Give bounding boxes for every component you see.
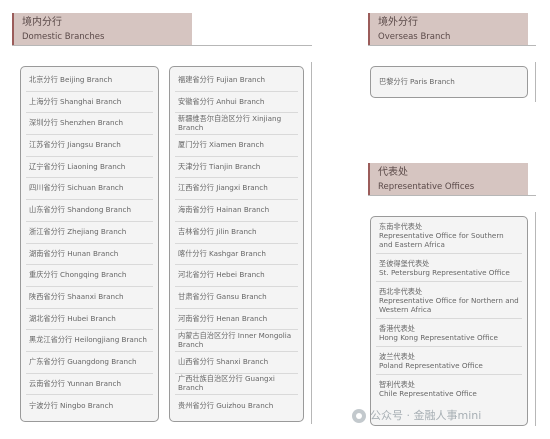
overseas-rule-right bbox=[535, 62, 536, 102]
domestic-panel-right: 福建省分行 Fujian Branch 安徽省分行 Anhui Branch 新… bbox=[169, 66, 304, 422]
rep-office-en: Representative Office for Southern and E… bbox=[379, 231, 504, 249]
domestic-panel-left: 北京分行 Beijing Branch 上海分行 Shanghai Branch… bbox=[20, 66, 159, 422]
domestic-rule-right bbox=[311, 62, 312, 424]
branch-item: 安徽省分行 Anhui Branch bbox=[175, 92, 298, 114]
overseas-header: 境外分行 Overseas Branch bbox=[368, 13, 528, 45]
branch-item: 重庆分行 Chongqing Branch bbox=[26, 265, 153, 287]
overseas-list: 巴黎分行 Paris Branch bbox=[376, 67, 522, 97]
branch-item: 贵州省分行 Guizhou Branch bbox=[178, 400, 274, 410]
rep-office-en: Representative Office for Northern and W… bbox=[379, 296, 519, 314]
branch-item: 巴黎分行 Paris Branch bbox=[379, 76, 455, 86]
branch-item: 海南省分行 Hainan Branch bbox=[175, 200, 298, 222]
branch-item: 广西壮族自治区分行 Guangxi Branch bbox=[175, 374, 298, 396]
branch-item: 深圳分行 Shenzhen Branch bbox=[26, 113, 153, 136]
domestic-header: 境内分行 Domestic Branches bbox=[12, 13, 192, 45]
branch-item: 山东省分行 Shandong Branch bbox=[26, 200, 153, 222]
rep-office-item: 波兰代表处 Poland Representative Office bbox=[376, 347, 522, 375]
rep-office-zh: 圣彼得堡代表处 bbox=[379, 259, 430, 268]
rep-office-item: 香港代表处 Hong Kong Representative Office bbox=[376, 319, 522, 347]
rep-office-zh: 东南非代表处 bbox=[379, 222, 423, 231]
branch-item: 辽宁省分行 Liaoning Branch bbox=[26, 157, 153, 179]
rep-title-zh: 代表处 bbox=[378, 167, 408, 178]
rep-office-item: 东南非代表处 Representative Office for Souther… bbox=[376, 217, 522, 254]
branch-item: 广东省分行 Guangdong Branch bbox=[26, 352, 153, 374]
branch-item: 天津分行 Tianjin Branch bbox=[175, 157, 298, 179]
rep-rule bbox=[368, 195, 536, 196]
rep-rule-right bbox=[535, 212, 536, 426]
branch-item: 宁波分行 Ningbo Branch bbox=[29, 400, 114, 410]
branch-item: 上海分行 Shanghai Branch bbox=[26, 92, 153, 114]
branch-item: 吉林省分行 Jilin Branch bbox=[175, 222, 298, 244]
branch-item: 云南省分行 Yunnan Branch bbox=[26, 374, 153, 396]
branch-item: 江西省分行 Jiangxi Branch bbox=[175, 178, 298, 201]
wechat-account-icon bbox=[352, 409, 366, 423]
rep-office-zh: 香港代表处 bbox=[379, 324, 415, 333]
branch-item: 四川省分行 Sichuan Branch bbox=[26, 178, 153, 201]
rep-office-en: Hong Kong Representative Office bbox=[379, 333, 498, 342]
domestic-list-right: 福建省分行 Fujian Branch 安徽省分行 Anhui Branch 新… bbox=[175, 70, 298, 417]
rep-office-zh: 波兰代表处 bbox=[379, 352, 415, 361]
branch-item: 新疆维吾尔自治区分行 Xinjiang Branch bbox=[175, 113, 298, 136]
branch-item: 厦门分行 Xiamen Branch bbox=[175, 135, 298, 157]
branch-item: 湖北省分行 Hubei Branch bbox=[26, 309, 153, 331]
watermark-text: 公众号 · 金融人事mini bbox=[370, 409, 482, 422]
rep-header: 代表处 Representative Offices bbox=[368, 163, 528, 195]
rep-title-en: Representative Offices bbox=[378, 182, 475, 192]
rep-office-en: St. Petersburg Representative Office bbox=[379, 268, 510, 277]
branch-item: 山西省分行 Shanxi Branch bbox=[175, 352, 298, 374]
overseas-title-zh: 境外分行 bbox=[378, 17, 418, 28]
branch-item: 河南省分行 Henan Branch bbox=[175, 309, 298, 331]
rep-office-zh: 智利代表处 bbox=[379, 380, 415, 389]
rep-office-item: 西北非代表处 Representative Office for Norther… bbox=[376, 282, 522, 319]
branch-item: 陕西省分行 Shaanxi Branch bbox=[26, 287, 153, 309]
domestic-list-left: 北京分行 Beijing Branch 上海分行 Shanghai Branch… bbox=[26, 70, 153, 417]
branch-item: 浙江省分行 Zhejiang Branch bbox=[26, 222, 153, 244]
branch-item: 河北省分行 Hebei Branch bbox=[175, 265, 298, 287]
overseas-title-en: Overseas Branch bbox=[378, 32, 451, 42]
domestic-title-zh: 境内分行 bbox=[22, 17, 62, 28]
branch-item: 黑龙江省分行 Heilongjiang Branch bbox=[26, 330, 153, 352]
rep-list: 东南非代表处 Representative Office for Souther… bbox=[376, 217, 522, 402]
domestic-rule bbox=[12, 45, 312, 46]
domestic-title-en: Domestic Branches bbox=[22, 32, 105, 42]
rep-panel: 东南非代表处 Representative Office for Souther… bbox=[370, 216, 528, 426]
branch-item: 福建省分行 Fujian Branch bbox=[175, 70, 298, 92]
rep-office-en: Chile Representative Office bbox=[379, 389, 477, 398]
branch-item: 江苏省分行 Jiangsu Branch bbox=[26, 135, 153, 157]
rep-office-item: 圣彼得堡代表处 St. Petersburg Representative Of… bbox=[376, 254, 522, 282]
branch-item: 喀什分行 Kashgar Branch bbox=[175, 244, 298, 266]
rep-office-item: 智利代表处 Chile Representative Office bbox=[376, 375, 522, 402]
rep-office-en: Poland Representative Office bbox=[379, 361, 483, 370]
overseas-rule bbox=[368, 45, 536, 46]
branch-item: 北京分行 Beijing Branch bbox=[26, 70, 153, 92]
branch-item: 内蒙古自治区分行 Inner Mongolia Branch bbox=[175, 330, 298, 352]
branch-item: 湖南省分行 Hunan Branch bbox=[26, 244, 153, 266]
overseas-panel: 巴黎分行 Paris Branch bbox=[370, 66, 528, 98]
rep-office-zh: 西北非代表处 bbox=[379, 287, 423, 296]
watermark: 公众号 · 金融人事mini bbox=[352, 407, 481, 423]
branch-item: 甘肃省分行 Gansu Branch bbox=[175, 287, 298, 309]
